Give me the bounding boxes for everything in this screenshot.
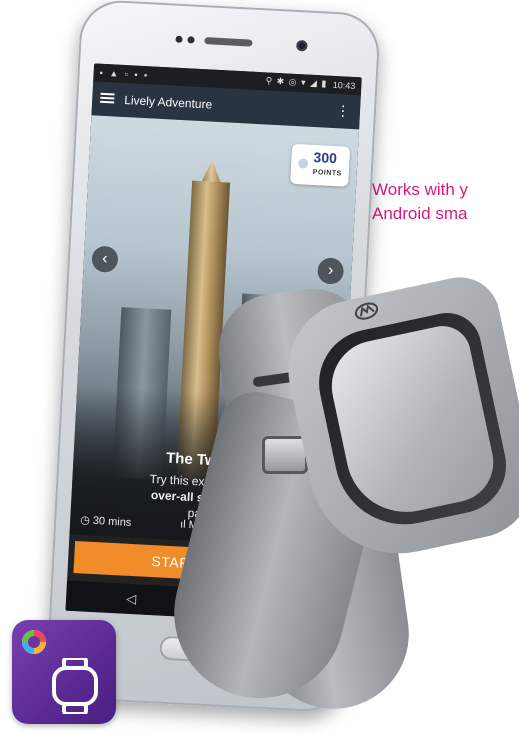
lively-logo-icon xyxy=(22,630,46,654)
chevron-left-icon[interactable]: ‹ xyxy=(91,245,119,273)
points-badge: 300 POINTS xyxy=(290,143,351,187)
points-icon xyxy=(297,158,309,169)
android-back-icon[interactable]: ◁ xyxy=(126,591,137,608)
tagline-line-2: Android sma xyxy=(372,204,468,223)
tagline: Works with y Android sma xyxy=(372,178,468,226)
points-label: POINTS xyxy=(312,168,342,178)
watch-buckle xyxy=(262,436,308,474)
light-sensor-icon xyxy=(187,36,195,44)
watch-glyph-icon xyxy=(52,658,98,714)
points-value: 300 xyxy=(313,149,338,167)
notification-icons: ▪ ▲ ▫ ▪ ▪ xyxy=(99,67,150,81)
lively-app-icon[interactable] xyxy=(12,620,116,724)
duration: ◷ 30 mins xyxy=(80,513,132,529)
app-title: Lively Adventure xyxy=(123,93,213,112)
more-vert-icon[interactable]: ⋮ xyxy=(336,102,351,120)
hamburger-menu-icon[interactable] xyxy=(100,91,115,106)
earpiece-speaker xyxy=(204,37,253,47)
phone-top-sensors xyxy=(169,31,308,53)
status-time: 10:43 xyxy=(332,79,356,92)
smartwatch xyxy=(156,250,519,734)
front-camera-icon xyxy=(296,39,308,52)
clock-icon: ◷ xyxy=(79,514,94,527)
tagline-line-1: Works with y xyxy=(372,180,469,199)
proximity-sensor-icon xyxy=(175,35,183,43)
system-status-icons: ⚲ ✱ ◎ ▾ ◢ ▮ xyxy=(265,75,328,89)
duration-value: 30 mins xyxy=(92,514,132,529)
